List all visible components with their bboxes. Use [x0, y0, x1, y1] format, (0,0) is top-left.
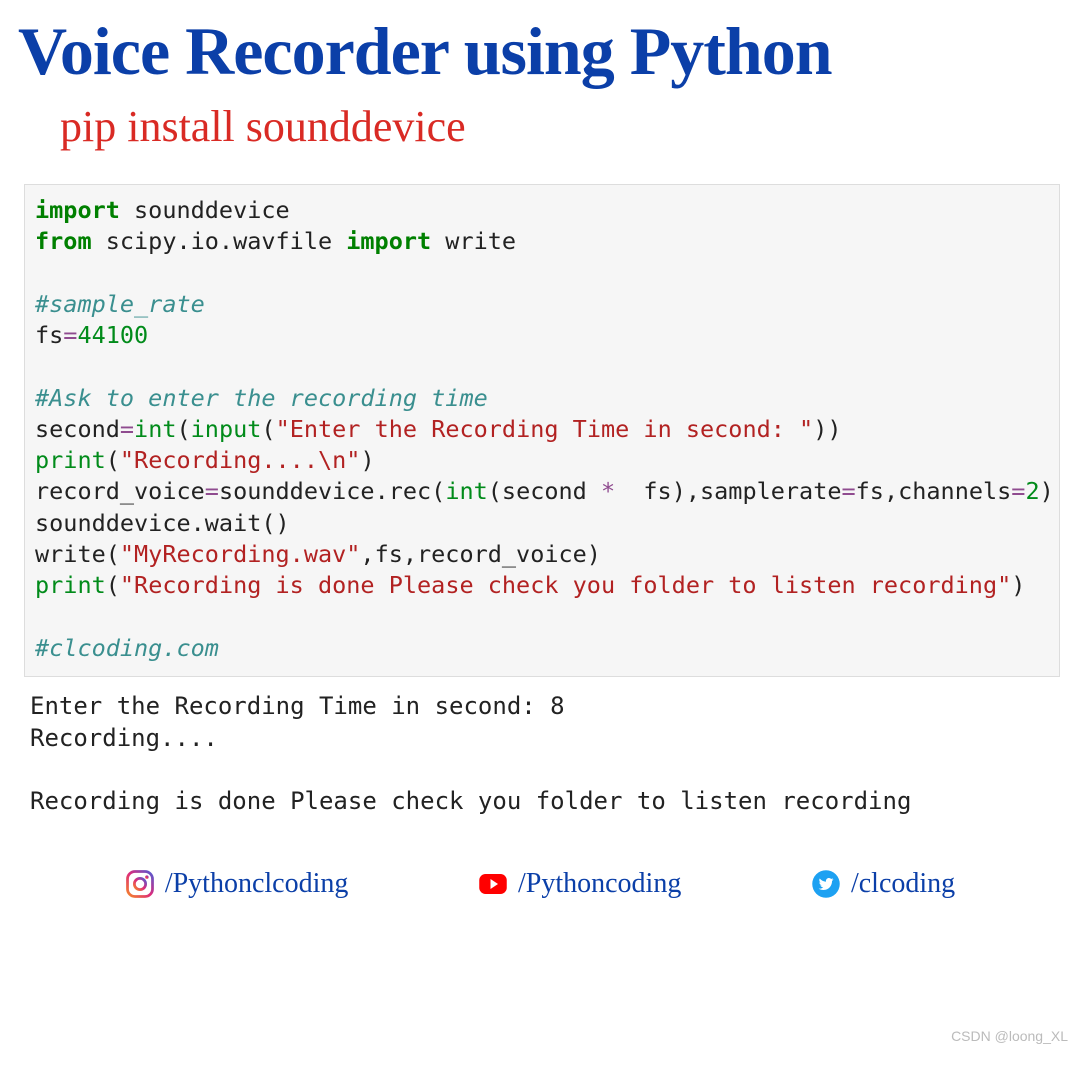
output-block: Enter the Recording Time in second: 8 Re… — [30, 691, 1060, 819]
builtin-int: int — [445, 477, 487, 505]
social-handle: /clcoding — [851, 868, 955, 900]
comment: #sample_rate — [35, 290, 205, 318]
string-literal: "Enter the Recording Time in second: " — [276, 415, 814, 443]
code-text: fs),samplerate — [629, 477, 841, 505]
keyword-from: from — [35, 227, 92, 255]
operator: = — [842, 477, 856, 505]
string-literal: "MyRecording.wav" — [120, 540, 361, 568]
code-text: write( — [35, 540, 120, 568]
code-text: fs — [35, 321, 63, 349]
youtube-icon — [478, 869, 508, 899]
code-text: ,fs,record_voice) — [360, 540, 601, 568]
page-title: Voice Recorder using Python — [0, 0, 1080, 91]
operator: = — [120, 415, 134, 443]
pip-command: pip install sounddevice — [0, 91, 1080, 170]
code-text: write — [431, 227, 516, 255]
code-text: sounddevice.wait() — [35, 509, 290, 537]
operator: * — [587, 477, 629, 505]
code-text: record_voice — [35, 477, 205, 505]
code-text: sounddevice — [120, 196, 290, 224]
social-youtube[interactable]: /Pythoncoding — [478, 868, 681, 900]
code-text: fs,channels — [856, 477, 1012, 505]
comment: #clcoding.com — [35, 634, 219, 662]
operator: = — [1011, 477, 1025, 505]
social-bar: /Pythonclcoding /Pythoncoding /clcoding — [0, 818, 1080, 900]
code-block: import sounddevice from scipy.io.wavfile… — [24, 184, 1060, 677]
twitter-icon — [811, 869, 841, 899]
social-handle: /Pythonclcoding — [165, 868, 349, 900]
operator: = — [63, 321, 77, 349]
keyword-import: import — [346, 227, 431, 255]
number-literal: 44100 — [77, 321, 148, 349]
builtin-print: print — [35, 571, 106, 599]
social-twitter[interactable]: /clcoding — [811, 868, 955, 900]
code-text: second — [35, 415, 120, 443]
builtin-int: int — [134, 415, 176, 443]
watermark: CSDN @loong_XL — [951, 1028, 1068, 1044]
builtin-input: input — [191, 415, 262, 443]
builtin-print: print — [35, 446, 106, 474]
string-literal: "Recording....\n" — [120, 446, 361, 474]
code-text: second — [502, 477, 587, 505]
social-handle: /Pythoncoding — [518, 868, 681, 900]
social-instagram[interactable]: /Pythonclcoding — [125, 868, 349, 900]
code-text: scipy.io.wavfile — [92, 227, 347, 255]
string-literal: "Recording is done Please check you fold… — [120, 571, 1011, 599]
code-text: sounddevice.rec( — [219, 477, 445, 505]
operator: = — [205, 477, 219, 505]
number-literal: 2 — [1025, 477, 1039, 505]
keyword-import: import — [35, 196, 120, 224]
instagram-icon — [125, 869, 155, 899]
comment: #Ask to enter the recording time — [35, 384, 488, 412]
